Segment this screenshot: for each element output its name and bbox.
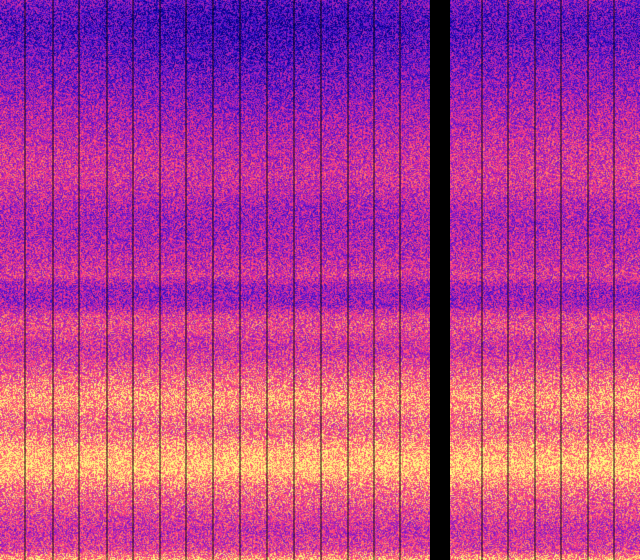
spectrogram-chart <box>0 0 640 560</box>
spectrogram-overlay <box>24 0 615 560</box>
data-gap-band <box>430 0 450 560</box>
